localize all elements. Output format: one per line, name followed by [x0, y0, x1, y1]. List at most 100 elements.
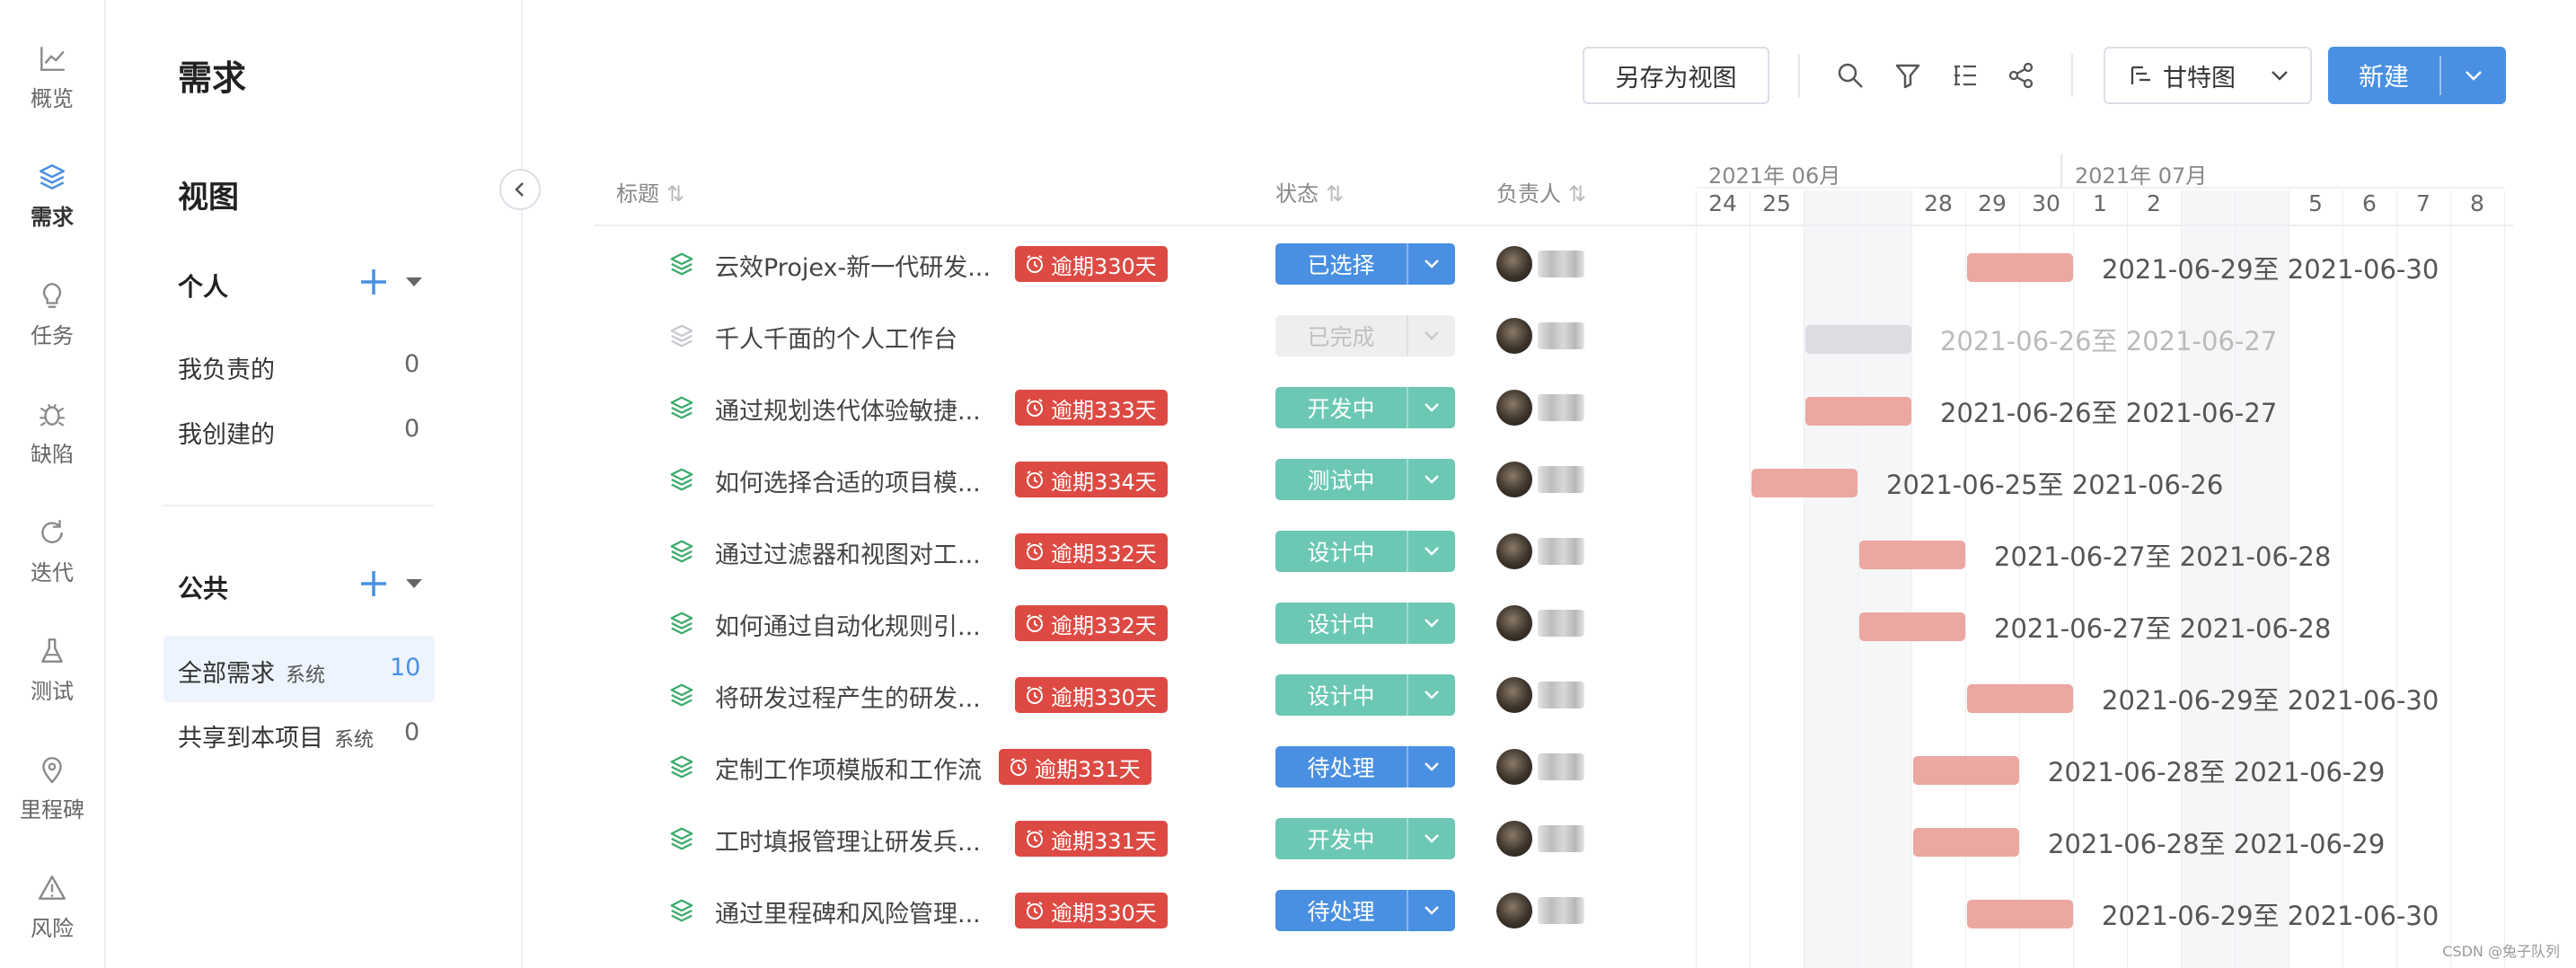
owner-name-blurred [1538, 466, 1584, 493]
column-header-title[interactable]: 标题 ⇅ [616, 176, 684, 207]
share-icon[interactable] [2001, 56, 2041, 95]
rail-item-lightbulb[interactable]: 任务 [0, 280, 104, 349]
overdue-text: 逾期331天 [1035, 756, 1141, 782]
gantt-date-range: 2021-06-27至 2021-06-28 [1994, 541, 2332, 572]
divider [1798, 54, 1800, 97]
gantt-bar[interactable] [1913, 756, 2019, 785]
rail-label: 缺陷 [31, 442, 74, 467]
requirement-title[interactable]: 通过规划迭代体验敏捷... [715, 392, 981, 427]
gantt-bar[interactable] [1859, 612, 1965, 641]
chevron-down-icon [2272, 71, 2288, 81]
view-count: 0 [404, 350, 420, 378]
view-item-my-created[interactable]: 我创建的 [178, 415, 275, 450]
owner-name-blurred [1538, 322, 1584, 349]
bug-icon [40, 403, 65, 427]
status-dropdown[interactable]: 已选择 [1275, 243, 1455, 285]
gantt-date-range: 2021-06-29至 2021-06-30 [2102, 901, 2439, 931]
status-dropdown[interactable]: 测试中 [1275, 459, 1455, 500]
new-button-group: 新建 [2328, 47, 2506, 104]
status-dropdown[interactable]: 待处理 [1275, 890, 1455, 931]
view-item-label: 全部需求 [178, 660, 275, 688]
requirement-title[interactable]: 将研发过程产生的研发... [715, 679, 981, 714]
location-pin-icon [42, 757, 62, 784]
view-mode-select[interactable]: 甘特图 [2104, 47, 2312, 104]
gantt-bar[interactable] [1967, 684, 2073, 713]
view-item-shared[interactable]: 共享到本项目 系统 [178, 718, 374, 753]
weekend-column [1804, 190, 1857, 968]
gantt-grid-line [1857, 190, 1858, 968]
rail-item-chart-line[interactable]: 概览 [0, 43, 104, 112]
gantt-date-range: 2021-06-28至 2021-06-29 [2048, 757, 2386, 788]
rail-item-location-pin[interactable]: 里程碑 [0, 754, 104, 823]
gantt-day-label: 7 [2416, 190, 2430, 216]
gantt-bar[interactable] [1751, 469, 1857, 497]
gantt-day-label: 28 [1924, 190, 1953, 216]
rail-item-iteration[interactable]: 迭代 [0, 517, 104, 586]
overdue-badge: 逾期334天 [1015, 462, 1168, 497]
caret-down-icon[interactable] [404, 576, 424, 594]
gantt-bar[interactable] [1967, 253, 2073, 282]
gantt-day-label: 30 [2032, 190, 2060, 216]
view-item-all-requirements[interactable]: 全部需求 系统 [178, 654, 325, 689]
status-dropdown[interactable]: 开发中 [1275, 387, 1455, 428]
rail-item-warning[interactable]: 风险 [0, 873, 104, 942]
requirement-title[interactable]: 工时填报管理让研发兵... [715, 823, 981, 858]
status-dropdown[interactable]: 开发中 [1275, 818, 1455, 859]
requirement-title[interactable]: 通过过滤器和视图对工... [715, 535, 981, 570]
lightbulb-icon [42, 283, 62, 308]
requirement-title[interactable]: 云效Projex-新一代研发... [715, 248, 991, 283]
status-label: 已完成 [1307, 324, 1375, 350]
gantt-bar[interactable] [1805, 325, 1911, 354]
rail-item-layers[interactable]: 需求 [0, 162, 104, 231]
sort-icon[interactable]: ⇅ [1326, 181, 1344, 207]
column-header-status[interactable]: 状态 ⇅ [1275, 176, 1344, 207]
caret-down-icon[interactable] [404, 275, 424, 292]
search-icon[interactable] [1831, 56, 1870, 95]
add-personal-view-icon[interactable] [357, 266, 390, 298]
alarm-clock-icon [1027, 686, 1043, 704]
new-button[interactable]: 新建 [2328, 47, 2439, 104]
header-label: 标题 [616, 181, 659, 207]
chevron-down-icon [1407, 315, 1455, 356]
gantt-bar[interactable] [1859, 541, 1965, 569]
status-dropdown[interactable]: 设计中 [1275, 674, 1455, 716]
owner-name-blurred [1538, 251, 1584, 277]
status-dropdown[interactable]: 设计中 [1275, 531, 1455, 572]
overdue-badge: 逾期330天 [1015, 677, 1168, 713]
requirement-title[interactable]: 通过里程碑和风险管理... [715, 894, 981, 929]
status-label: 设计中 [1307, 612, 1375, 638]
gantt-bar[interactable] [1913, 828, 2019, 857]
save-as-view-button[interactable]: 另存为视图 [1583, 47, 1769, 104]
overdue-text: 逾期332天 [1051, 541, 1157, 567]
overdue-text: 逾期330天 [1051, 684, 1157, 710]
new-dropdown-button[interactable] [2441, 47, 2506, 104]
tree-list-icon[interactable] [1945, 56, 1985, 95]
status-dropdown[interactable]: 设计中 [1275, 603, 1455, 644]
layers-icon [40, 164, 65, 189]
sort-icon[interactable]: ⇅ [666, 181, 684, 207]
requirement-title[interactable]: 千人千面的个人工作台 [715, 320, 957, 355]
rail-item-bug[interactable]: 缺陷 [0, 399, 104, 468]
chevron-down-icon [1407, 746, 1455, 788]
filter-icon[interactable] [1888, 56, 1928, 95]
requirement-title[interactable]: 如何选择合适的项目模... [715, 463, 981, 498]
views-title: 视图 [178, 180, 239, 216]
column-header-owner[interactable]: 负责人 ⇅ [1496, 176, 1586, 207]
system-tag: 系统 [286, 664, 326, 687]
gantt-bar[interactable] [1805, 397, 1911, 426]
status-dropdown[interactable]: 待处理 [1275, 746, 1455, 788]
gantt-bar[interactable] [1967, 900, 2073, 928]
chevron-down-icon [1407, 459, 1455, 500]
add-public-view-icon[interactable] [357, 568, 390, 600]
collapse-panel-button[interactable] [499, 169, 541, 210]
status-dropdown[interactable]: 已完成 [1275, 315, 1455, 356]
rail-item-flask[interactable]: 测试 [0, 636, 104, 705]
status-label: 待处理 [1307, 755, 1375, 781]
overdue-badge: 逾期330天 [1015, 246, 1168, 282]
avatar [1496, 246, 1532, 282]
personal-section-title: 个人 [178, 272, 229, 302]
requirement-title[interactable]: 如何通过自动化规则引... [715, 607, 981, 642]
sort-icon[interactable]: ⇅ [1568, 181, 1586, 207]
view-item-my-owned[interactable]: 我负责的 [178, 350, 275, 385]
requirement-title[interactable]: 定制工作项模版和工作流 [715, 751, 982, 786]
